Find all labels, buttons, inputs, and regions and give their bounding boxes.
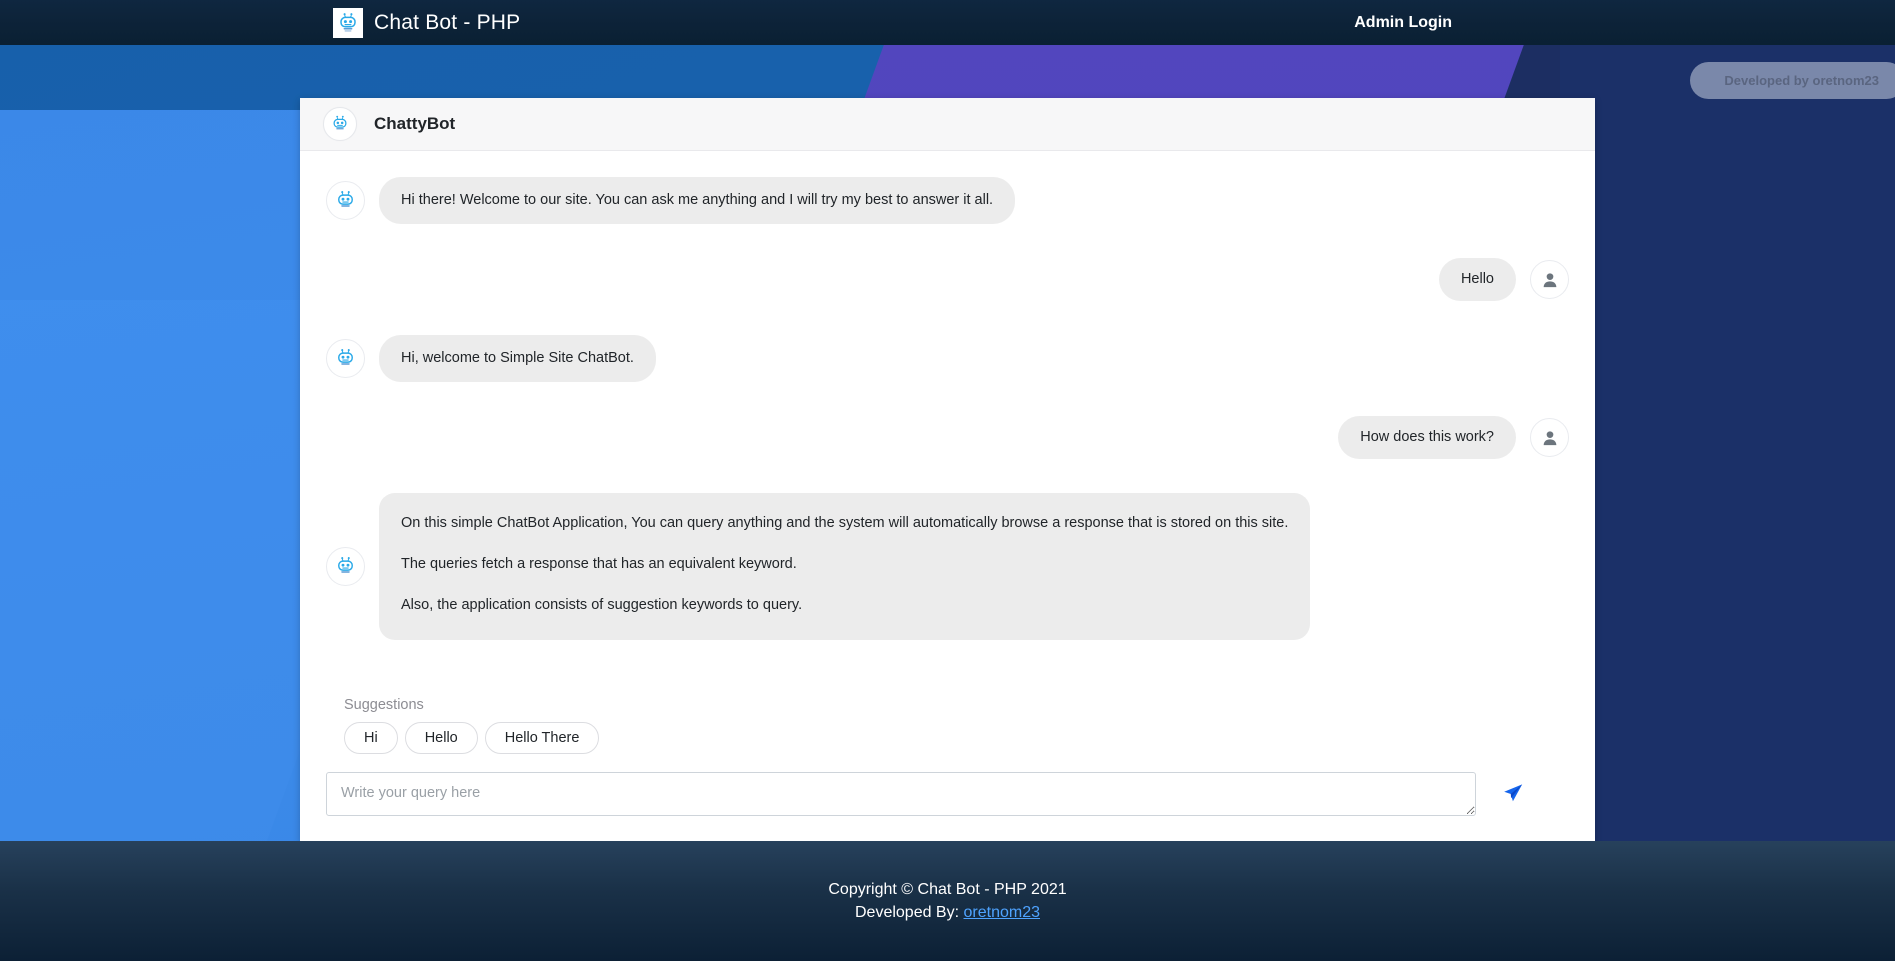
suggestion-chip[interactable]: Hi — [344, 722, 398, 754]
footer-copyright: Copyright © Chat Bot - PHP 2021 — [828, 880, 1067, 898]
chat-bubble: Hi there! Welcome to our site. You can a… — [379, 177, 1016, 225]
background-band-navy-far — [1560, 0, 1895, 940]
chat-message-bot: On this simple ChatBot Application, You … — [326, 493, 1569, 641]
top-navbar: Chat Bot - PHP Admin Login — [0, 0, 1895, 45]
chat-bubble: How does this work? — [1338, 416, 1516, 460]
footer-developed-prefix: Developed By: — [854, 903, 960, 921]
chat-bubble-paragraph: The queries fetch a response that has an… — [401, 556, 797, 573]
developed-by-ribbon: Developed by oretnom23 — [1690, 62, 1895, 99]
send-button[interactable] — [1498, 778, 1528, 811]
person-avatar-icon — [1530, 418, 1569, 458]
chat-bubble: Hi, welcome to Simple Site ChatBot. — [379, 335, 656, 383]
suggestions-list: Hi Hello Hello There — [344, 722, 1569, 754]
developer-link[interactable]: oretnom23 — [964, 904, 1041, 921]
suggestion-chip[interactable]: Hello There — [484, 722, 600, 754]
send-paper-plane-icon — [1502, 782, 1524, 807]
chat-card: ChattyBot Hi there! Welcome to our site.… — [300, 98, 1595, 842]
robot-avatar-icon — [326, 547, 365, 587]
brand-title: Chat Bot - PHP — [374, 10, 521, 34]
chat-bubble: On this simple ChatBot Application, You … — [379, 493, 1311, 641]
footer-developed-by: Developed By: oretnom23 — [855, 904, 1040, 922]
chat-bubble-paragraph: On this simple ChatBot Application, You … — [401, 515, 1289, 532]
chat-bubble-paragraph: Also, the application consists of sugges… — [401, 597, 803, 614]
robot-avatar-icon — [326, 339, 365, 379]
robot-logo-icon — [333, 7, 363, 38]
suggestions-label: Suggestions — [344, 697, 424, 713]
chat-title: ChattyBot — [374, 114, 456, 133]
chat-message-bot: Hi there! Welcome to our site. You can a… — [326, 177, 1569, 225]
page-footer: Copyright © Chat Bot - PHP 2021 Develope… — [0, 841, 1895, 961]
chat-message-list: Hi there! Welcome to our site. You can a… — [300, 151, 1595, 697]
chat-message-bot: Hi, welcome to Simple Site ChatBot. — [326, 335, 1569, 383]
chat-message-user: Hello — [326, 258, 1569, 302]
robot-avatar-icon — [323, 107, 357, 141]
robot-avatar-icon — [326, 181, 365, 220]
message-composer — [300, 754, 1595, 842]
person-avatar-icon — [1530, 260, 1569, 300]
suggestion-chip[interactable]: Hello — [404, 722, 478, 754]
chat-message-user: How does this work? — [326, 416, 1569, 460]
chat-bubble: Hello — [1438, 258, 1516, 302]
admin-login-link[interactable]: Admin Login — [1354, 14, 1452, 32]
query-input[interactable] — [326, 772, 1476, 816]
brand-link[interactable]: Chat Bot - PHP — [333, 7, 521, 38]
chat-header: ChattyBot — [300, 98, 1595, 151]
suggestions-section: Suggestions Hi Hello Hello There — [300, 697, 1595, 754]
page-root: Chat Bot - PHP Admin Login Developed by … — [0, 0, 1895, 961]
